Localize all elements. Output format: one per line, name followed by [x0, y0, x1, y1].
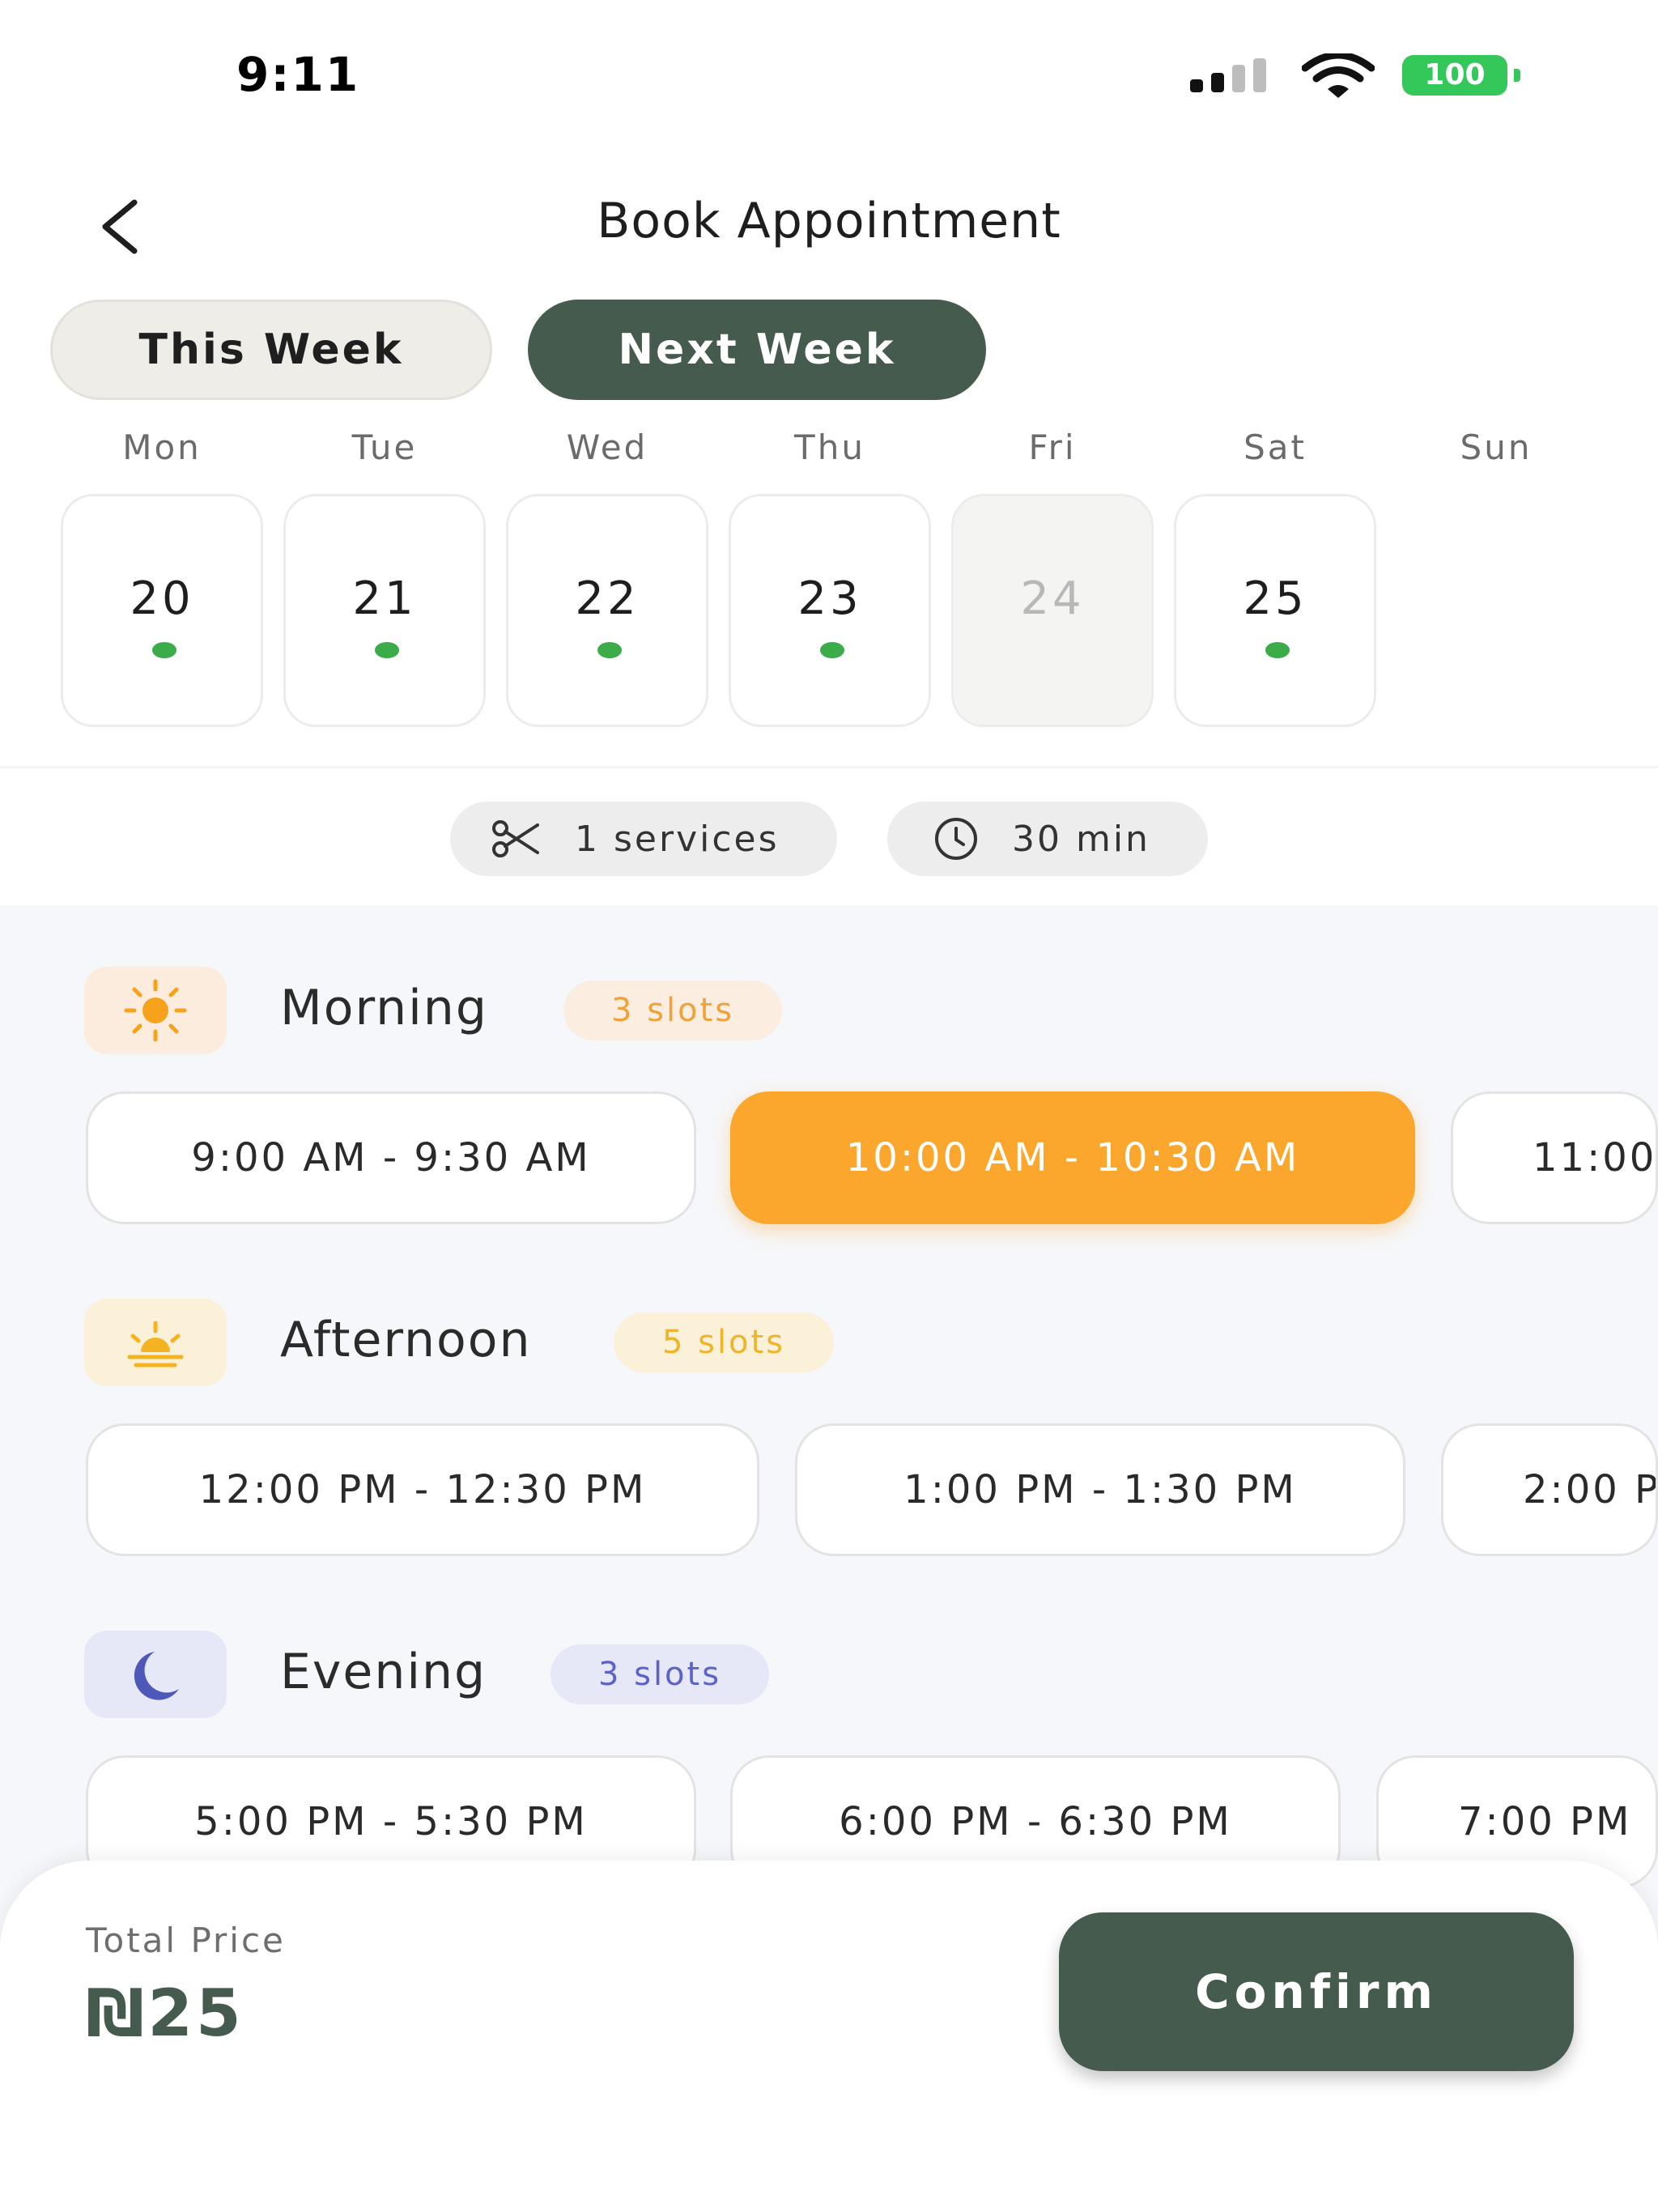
day-number: 22 [575, 572, 640, 625]
slot-morning-1[interactable]: 9:00 AM - 9:30 AM [86, 1091, 696, 1224]
day-number: 20 [130, 572, 194, 625]
day-card-23[interactable]: 23 [729, 494, 931, 727]
day-card-21[interactable]: 21 [283, 494, 486, 727]
day-card-20[interactable]: 20 [61, 494, 263, 727]
availability-dot [152, 642, 176, 658]
slot-morning-2-selected[interactable]: 10:00 AM - 10:30 AM [730, 1091, 1415, 1224]
morning-title: Morning [280, 980, 488, 1036]
services-count: 1 services [575, 818, 780, 860]
page-title: Book Appointment [597, 193, 1061, 249]
day-card-22[interactable]: 22 [506, 494, 708, 727]
day-card-25[interactable]: 25 [1174, 494, 1376, 727]
clock-icon [935, 818, 977, 860]
total-price-label: Total Price [86, 1921, 286, 1960]
day-number: 24 [1020, 572, 1085, 625]
slot-afternoon-3[interactable]: 2:00 P [1441, 1423, 1658, 1556]
slot-afternoon-2[interactable]: 1:00 PM - 1:30 PM [795, 1423, 1405, 1556]
afternoon-title: Afternoon [280, 1312, 532, 1368]
battery-indicator: 100 [1402, 55, 1520, 96]
next-week-tab[interactable]: Next Week [528, 300, 986, 400]
day-name-wed: Wed [566, 428, 648, 467]
slot-afternoon-1[interactable]: 12:00 PM - 12:30 PM [86, 1423, 759, 1556]
services-chip: 1 services [450, 802, 837, 876]
day-name-mon: Mon [122, 428, 202, 467]
morning-slots-badge: 3 slots [563, 981, 782, 1040]
status-time: 9:11 [236, 47, 360, 102]
day-name-fri: Fri [1028, 428, 1077, 467]
day-card-24-disabled: 24 [951, 494, 1154, 727]
cellular-signal-icon [1190, 58, 1266, 92]
duration-chip: 30 min [887, 802, 1208, 876]
total-price-value: ₪25 [86, 1976, 244, 2051]
sunset-icon [84, 1299, 227, 1386]
availability-dot [375, 642, 399, 658]
confirm-button[interactable]: Confirm [1059, 1912, 1574, 2071]
sun-icon [84, 967, 227, 1054]
availability-dot [1265, 642, 1290, 658]
afternoon-slots-badge: 5 slots [614, 1312, 834, 1372]
day-number: 23 [797, 572, 862, 625]
this-week-tab[interactable]: This Week [50, 300, 492, 400]
day-name-thu: Thu [794, 428, 865, 467]
day-name-sun: Sun [1460, 428, 1533, 467]
scissors-icon [492, 820, 539, 857]
day-name-sat: Sat [1244, 428, 1307, 467]
slot-morning-3[interactable]: 11:00 [1451, 1091, 1658, 1224]
divider [0, 766, 1658, 768]
day-number: 25 [1243, 572, 1307, 625]
evening-slots-badge: 3 slots [551, 1644, 769, 1704]
moon-icon [84, 1631, 227, 1718]
day-number: 21 [352, 572, 417, 625]
availability-dot [820, 642, 844, 658]
day-name-tue: Tue [351, 428, 418, 467]
wifi-icon [1302, 53, 1375, 98]
evening-title: Evening [280, 1644, 487, 1700]
battery-level: 100 [1402, 55, 1507, 96]
availability-dot [597, 642, 622, 658]
duration-text: 30 min [1012, 818, 1150, 860]
